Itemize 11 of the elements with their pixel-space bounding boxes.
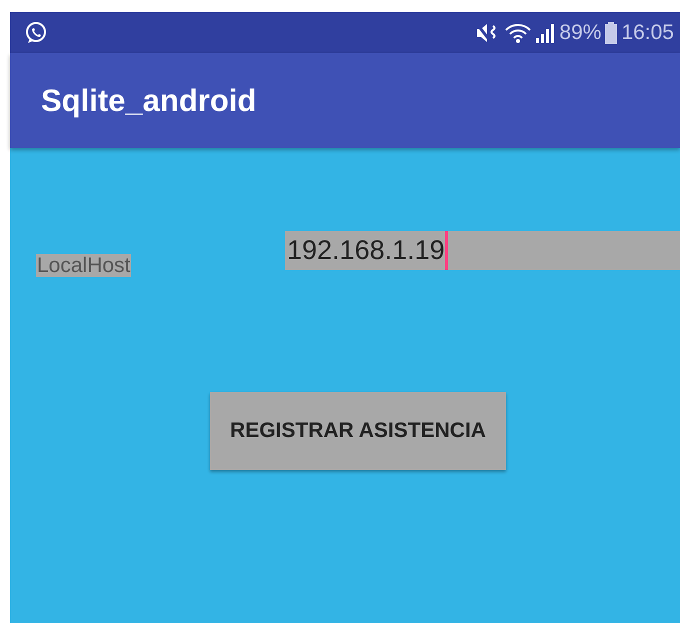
field-value: 192.168.1.19 <box>287 234 445 268</box>
signal-icon <box>535 22 556 44</box>
battery-icon <box>605 22 618 44</box>
register-button[interactable]: REGISTRAR ASISTENCIA <box>210 392 506 470</box>
battery-percent: 89% <box>559 20 602 46</box>
app-title: Sqlite_android <box>41 82 256 120</box>
wifi-icon <box>505 22 532 44</box>
clock: 16:05 <box>621 20 674 46</box>
input-field[interactable]: 192.168.1.19 <box>285 231 680 270</box>
chat-icon <box>24 20 48 44</box>
field-label: LocalHost <box>36 254 132 277</box>
